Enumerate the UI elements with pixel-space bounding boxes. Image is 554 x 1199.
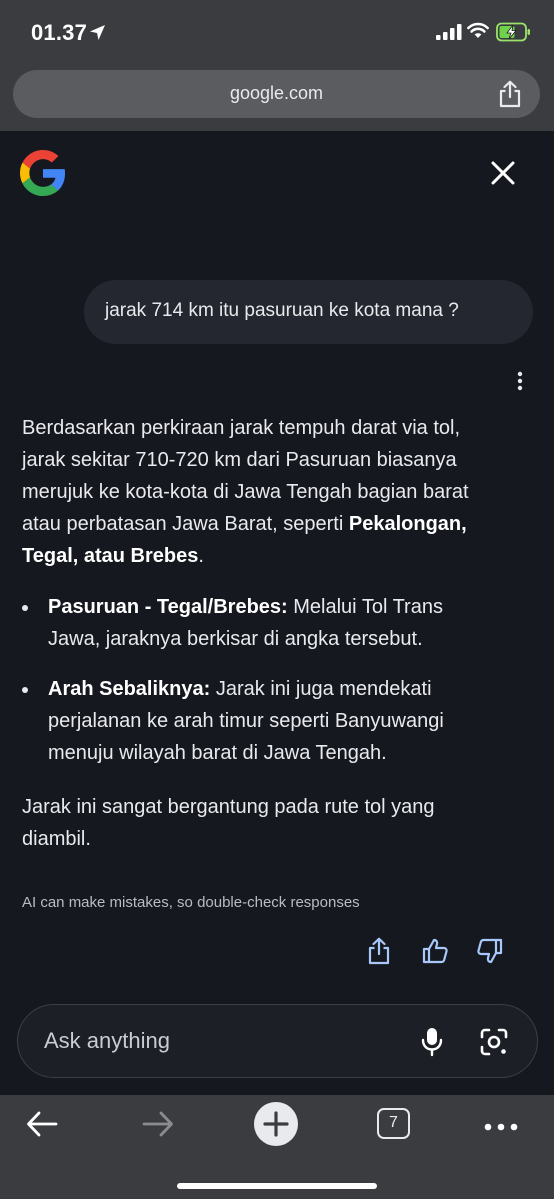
answer-line: merujuk ke kota-kota di Jawa Tengah bagi… — [22, 481, 469, 503]
bullet-text: Jarak ini juga mendekati — [210, 678, 432, 700]
wifi-icon — [467, 22, 489, 44]
ai-mode-panel: jarak 714 km itu pasuruan ke kota mana ?… — [0, 131, 554, 1095]
answer-intro: Berdasarkan perkiraan jarak tempuh darat… — [22, 412, 522, 572]
answer-highlight: Pekalongan, — [348, 513, 467, 535]
bullet-title: Arah Sebaliknya: — [48, 678, 211, 700]
ai-disclaimer: AI can make mistakes, so double-check re… — [22, 894, 360, 911]
bullet-text: Melalui Tol Trans — [287, 596, 443, 618]
user-query-text: jarak 714 km itu pasuruan ke kota mana ? — [105, 300, 459, 321]
answer-line: Jarak ini sangat bergantung pada rute to… — [22, 796, 435, 818]
share-response-icon[interactable] — [366, 937, 392, 970]
more-options-icon[interactable] — [514, 371, 526, 396]
microphone-icon[interactable] — [420, 1027, 444, 1062]
bullet-line: Pasuruan - Tegal/Brebes: Melalui Tol Tra… — [48, 591, 522, 623]
answer-highlight: Tegal, atau Brebes — [22, 545, 199, 567]
google-lens-icon[interactable] — [480, 1028, 508, 1061]
more-menu-icon[interactable] — [484, 1119, 518, 1137]
thumbs-down-icon[interactable] — [476, 937, 504, 970]
list-item: Arah Sebaliknya: Jarak ini juga mendekat… — [22, 673, 522, 769]
close-icon[interactable] — [487, 157, 519, 194]
url-bar[interactable]: google.com — [13, 70, 540, 118]
answer-line: Berdasarkan perkiraan jarak tempuh darat… — [22, 417, 461, 439]
home-indicator — [177, 1183, 377, 1189]
list-item: Pasuruan - Tegal/Brebes: Melalui Tol Tra… — [22, 591, 522, 655]
location-arrow-icon — [89, 24, 106, 46]
tab-switcher-button[interactable]: 7 — [377, 1108, 410, 1139]
answer-text: atau perbatasan Jawa Barat, seperti — [22, 513, 349, 535]
bullet-line: perjalanan ke arah timur seperti Banyuwa… — [48, 710, 444, 732]
answer-line: atau perbatasan Jawa Barat, seperti Peka… — [22, 508, 522, 540]
answer-bullet-list: Pasuruan - Tegal/Brebes: Melalui Tol Tra… — [22, 591, 522, 787]
bullet-title: Pasuruan - Tegal/Brebes: — [48, 596, 288, 618]
page: 01.37 google.com jarak 714 km itu pasuru… — [0, 0, 554, 1199]
ask-input[interactable] — [44, 1021, 404, 1061]
answer-line: jarak sekitar 710-720 km dari Pasuruan b… — [22, 449, 457, 471]
answer-line: Tegal, atau Brebes. — [22, 540, 522, 572]
browser-top-chrome: 01.37 google.com — [0, 0, 554, 131]
bullet-line: Arah Sebaliknya: Jarak ini juga mendekat… — [48, 673, 522, 705]
status-bar: 01.37 — [0, 0, 554, 62]
back-arrow-icon[interactable] — [26, 1110, 58, 1143]
url-text: google.com — [229, 83, 324, 103]
forward-arrow-icon — [142, 1110, 174, 1143]
ask-box[interactable] — [17, 1004, 538, 1078]
status-time: 01.37 — [31, 20, 88, 45]
browser-bottom-toolbar: 7 — [0, 1095, 554, 1199]
bullet-line: Jawa, jaraknya berkisar di angka tersebu… — [48, 628, 423, 650]
answer-text: . — [198, 545, 204, 567]
answer-line: diambil. — [22, 828, 91, 850]
bullet-line: menuju wilayah barat di Jawa Tengah. — [48, 742, 387, 764]
tab-count: 7 — [389, 1114, 398, 1131]
new-tab-icon[interactable] — [253, 1101, 299, 1152]
google-g-logo — [20, 150, 66, 201]
battery-charging-icon — [496, 22, 532, 47]
share-icon[interactable] — [497, 80, 523, 113]
user-query-bubble: jarak 714 km itu pasuruan ke kota mana ? — [84, 280, 533, 344]
answer-closing: Jarak ini sangat bergantung pada rute to… — [22, 791, 522, 855]
thumbs-up-icon[interactable] — [421, 937, 449, 970]
signal-icon — [436, 24, 462, 45]
